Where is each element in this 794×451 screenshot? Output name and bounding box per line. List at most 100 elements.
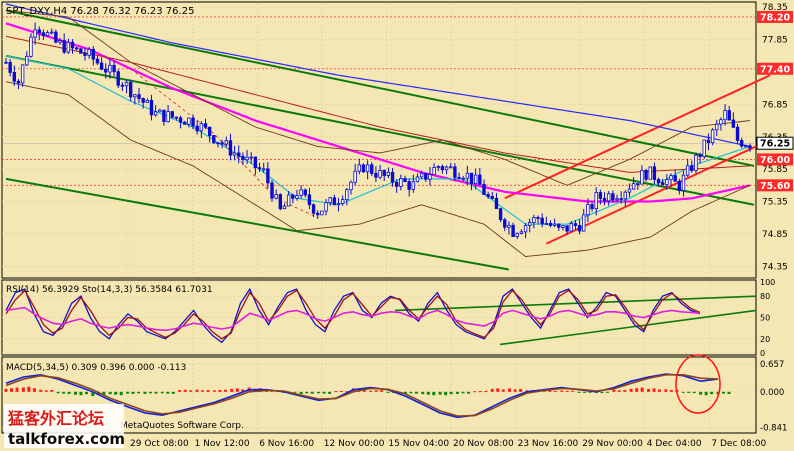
candle-body (270, 182, 274, 199)
candle-body (158, 109, 162, 113)
candle-body (261, 168, 266, 171)
candle-body (631, 183, 636, 190)
rsi-title: RSI(14) 56.3929 Sto(14,3,3) 56.3584 61.7… (6, 285, 213, 295)
candle-body (66, 41, 71, 53)
candle-body (340, 199, 345, 204)
macd-histogram-bar (414, 391, 418, 394)
candle-body (698, 154, 702, 157)
rsi-tick-label: 20 (760, 335, 770, 344)
candle-body (249, 156, 253, 159)
macd-histogram-bar (137, 391, 141, 394)
green-channel-upper (5, 9, 755, 167)
x-tick-label: 6 Nov 16:00 (259, 439, 314, 449)
macd-histogram-bar (484, 390, 488, 392)
candle-body (54, 31, 58, 43)
macd-histogram-bar (10, 388, 13, 392)
candle-body (486, 194, 490, 197)
macd-histogram-bar (148, 391, 152, 394)
candle-body (199, 123, 204, 132)
price-panel-frame (1, 1, 757, 279)
candle-body (685, 165, 690, 176)
candle-body (286, 194, 291, 207)
price-title: SPT_DXY,H4 76.28 76.32 76.23 76.25 (6, 6, 194, 17)
candle-body (303, 189, 307, 196)
macd-histogram-bar (652, 388, 656, 392)
candle-body (532, 217, 536, 224)
macd-histogram-bar (432, 391, 436, 396)
candle-body (528, 222, 532, 226)
candle-body (20, 64, 25, 84)
candle-body (494, 197, 499, 210)
macd-histogram-bar (467, 391, 471, 394)
candle-body (706, 139, 711, 144)
candle-body (328, 197, 332, 204)
candle-body (432, 167, 436, 175)
macd-histogram-bar (600, 391, 604, 394)
candle-body (162, 109, 166, 122)
candle-body (237, 152, 241, 157)
candle-body (565, 225, 569, 232)
macd-histogram-bar (623, 390, 627, 392)
candle-body (440, 166, 445, 171)
macd-histogram-bar (160, 391, 164, 394)
candle-body (112, 64, 116, 73)
candle-body (62, 40, 66, 53)
candle-body (469, 172, 474, 184)
macd-histogram-bar (195, 389, 199, 392)
candle-body (41, 32, 46, 37)
candle-body (87, 48, 91, 56)
rsi-tick-label: 50 (760, 314, 770, 323)
candle-body (465, 172, 470, 179)
x-tick-label: 4 Dec 04:00 (647, 439, 702, 449)
candle-body (540, 217, 544, 225)
macd-histogram-bar (108, 391, 112, 395)
candle-body (311, 204, 316, 214)
candle-body (120, 84, 125, 87)
macd-histogram-bar (508, 388, 512, 392)
candle-body (320, 210, 324, 216)
candle-body (37, 29, 41, 34)
candle-body (212, 135, 216, 144)
macd-histogram-bar (223, 389, 227, 392)
x-tick-label: 29 Nov 00:00 (582, 439, 643, 449)
candle-body (91, 48, 95, 60)
macd-histogram-bar (617, 390, 621, 392)
candle-body (241, 155, 245, 161)
magenta-ma-line (5, 22, 751, 203)
candle-body (332, 197, 337, 206)
macd-histogram-bar (664, 389, 668, 392)
macd-histogram-bar (571, 390, 575, 392)
candle-body (228, 140, 233, 156)
candle-body (498, 208, 503, 221)
candle-body (187, 117, 191, 125)
candle-body (149, 99, 154, 116)
candle-body (378, 170, 382, 178)
candle-body (473, 174, 478, 184)
macd-histogram-bar (84, 391, 88, 395)
macd-histogram-bar (334, 391, 338, 393)
candle-body (216, 142, 220, 145)
candle-body (141, 98, 145, 103)
candle-body (79, 48, 83, 54)
candle-body (515, 233, 519, 237)
candle-body (124, 81, 129, 87)
x-tick-label: 23 Nov 16:00 (518, 439, 579, 449)
x-tick-label: 29 Oct 08:00 (130, 439, 189, 449)
candle-body (224, 140, 228, 145)
macd-histogram-bar (669, 390, 673, 392)
macd-tick-label: 0.000 (760, 388, 784, 398)
candle-body (744, 145, 748, 148)
candle-body (83, 52, 87, 56)
macd-histogram-bar (722, 391, 725, 394)
candle-body (419, 172, 424, 178)
candle-body (33, 29, 37, 38)
candle-body (137, 94, 141, 99)
price-label-text: 75.60 (760, 181, 790, 192)
candle-body (25, 55, 29, 66)
macd-histogram-bar (50, 390, 54, 392)
macd-histogram-bar (519, 388, 523, 392)
candle-body (735, 126, 740, 141)
macd-histogram-bar (473, 391, 477, 393)
candle-body (128, 81, 133, 98)
candle-body (611, 193, 615, 201)
